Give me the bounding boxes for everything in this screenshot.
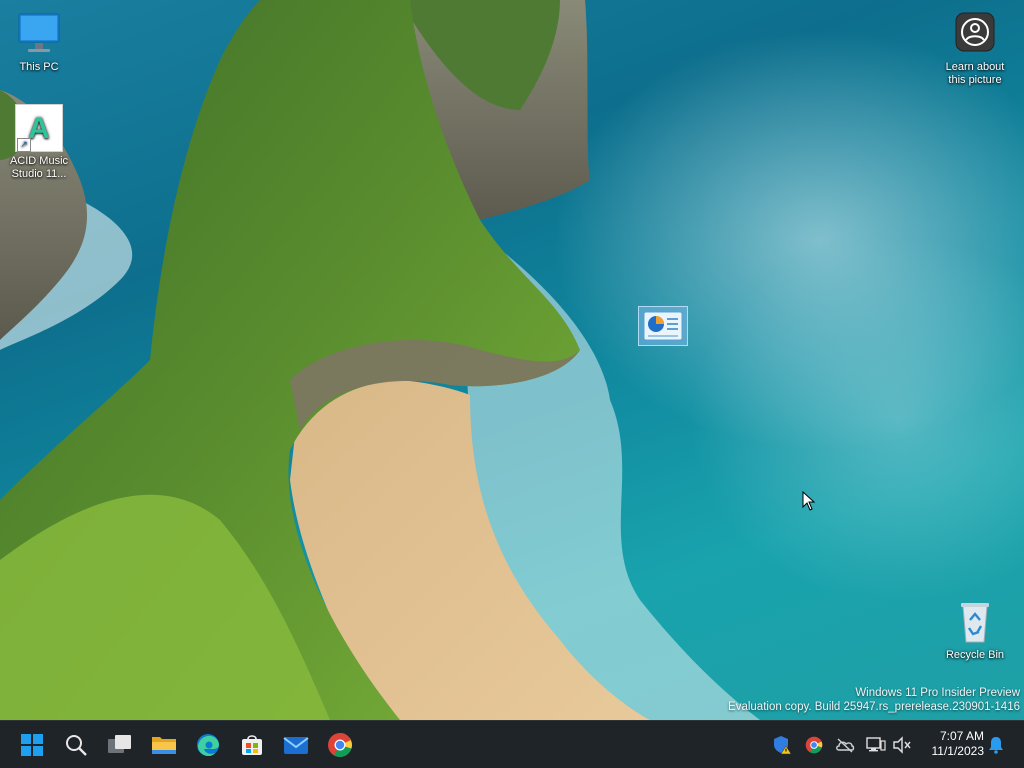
clock-date: 11/1/2023 bbox=[931, 744, 985, 758]
edge-button[interactable] bbox=[190, 727, 226, 763]
network-icon bbox=[866, 737, 886, 752]
taskbar: 7:07 AM 11/1/2023 bbox=[0, 720, 1024, 768]
volume-muted-icon bbox=[893, 736, 911, 754]
file-explorer-button[interactable] bbox=[146, 727, 182, 763]
chrome-tray-icon bbox=[805, 736, 823, 754]
wallpaper-image bbox=[0, 0, 760, 720]
network-button[interactable] bbox=[866, 735, 886, 755]
volume-button[interactable] bbox=[892, 735, 912, 755]
security-warning-button[interactable] bbox=[772, 735, 792, 755]
onedrive-button[interactable] bbox=[835, 735, 855, 755]
microsoft-store-icon bbox=[242, 735, 262, 755]
task-view-button[interactable] bbox=[102, 727, 138, 763]
start-icon bbox=[21, 734, 43, 756]
dragged-control-panel-icon[interactable] bbox=[638, 306, 688, 346]
notification-bell-icon bbox=[989, 737, 1003, 754]
search-button[interactable] bbox=[58, 727, 94, 763]
microsoft-store-button[interactable] bbox=[234, 727, 270, 763]
clock-time: 7:07 AM bbox=[939, 729, 984, 743]
windows-watermark: Windows 11 Pro Insider Preview Evaluatio… bbox=[728, 687, 1020, 713]
desktop-icon-recycle-bin[interactable]: Recycle Bin bbox=[937, 598, 1013, 662]
mail-button[interactable] bbox=[278, 727, 314, 763]
mail-icon bbox=[283, 737, 309, 754]
desktop-icon-acid-music-studio[interactable]: A ↗ ACID Music Studio 11... bbox=[1, 104, 77, 181]
acid-music-studio-icon: A ↗ bbox=[15, 104, 63, 152]
file-explorer-icon bbox=[152, 737, 176, 754]
start-button[interactable] bbox=[14, 727, 50, 763]
task-view-icon bbox=[108, 735, 131, 753]
control-panel-icon bbox=[643, 311, 683, 341]
monitor-icon bbox=[15, 10, 63, 58]
chrome-tray-button[interactable] bbox=[804, 735, 824, 755]
edge-icon bbox=[197, 734, 219, 756]
chrome-button[interactable] bbox=[322, 727, 358, 763]
onedrive-offline-icon bbox=[836, 738, 855, 753]
desktop-icon-learn-about-picture[interactable]: Learn about this picture bbox=[937, 10, 1013, 87]
chrome-icon bbox=[328, 733, 352, 757]
shortcut-arrow-icon: ↗ bbox=[17, 138, 31, 152]
camera-aperture-icon bbox=[951, 10, 999, 58]
taskbar-clock[interactable]: 7:07 AM 11/1/2023 bbox=[932, 729, 985, 759]
desktop-icon-this-pc[interactable]: This PC bbox=[1, 10, 77, 74]
mouse-cursor-icon bbox=[802, 490, 816, 516]
recycle-bin-icon bbox=[951, 598, 999, 646]
security-warning-icon bbox=[774, 736, 792, 755]
search-icon bbox=[66, 735, 87, 756]
desktop-wallpaper bbox=[0, 0, 1024, 720]
notifications-button[interactable] bbox=[986, 735, 1006, 755]
